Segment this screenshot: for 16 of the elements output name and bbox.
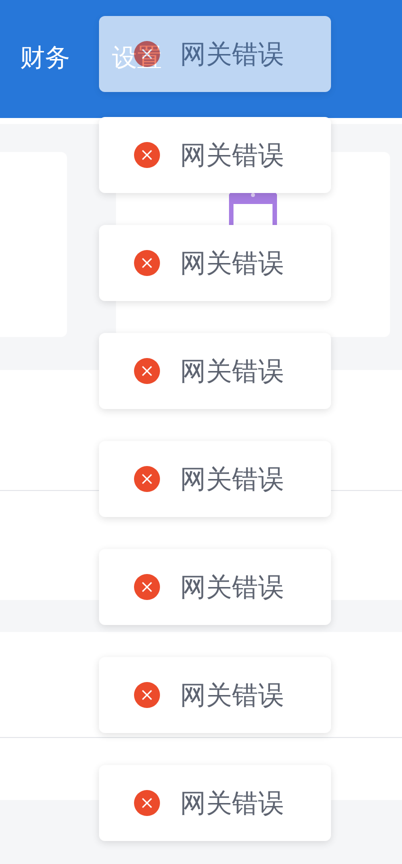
toast-message: 网关错误 xyxy=(180,142,284,168)
error-icon xyxy=(134,682,160,708)
error-icon xyxy=(134,790,160,816)
toast-message: 网关错误 xyxy=(180,41,284,67)
error-icon xyxy=(134,466,160,492)
toast-message: 网关错误 xyxy=(180,574,284,600)
toast-message: 网关错误 xyxy=(180,682,284,708)
toast-message: 网关错误 xyxy=(180,358,284,384)
toast-message: 网关错误 xyxy=(180,250,284,276)
nav-tab[interactable]: 财务 xyxy=(20,46,70,70)
error-icon xyxy=(134,574,160,600)
error-icon xyxy=(134,250,160,276)
error-icon xyxy=(134,142,160,168)
error-icon xyxy=(134,358,160,384)
toast-message: 网关错误 xyxy=(180,466,284,492)
toast-message: 网关错误 xyxy=(180,790,284,816)
